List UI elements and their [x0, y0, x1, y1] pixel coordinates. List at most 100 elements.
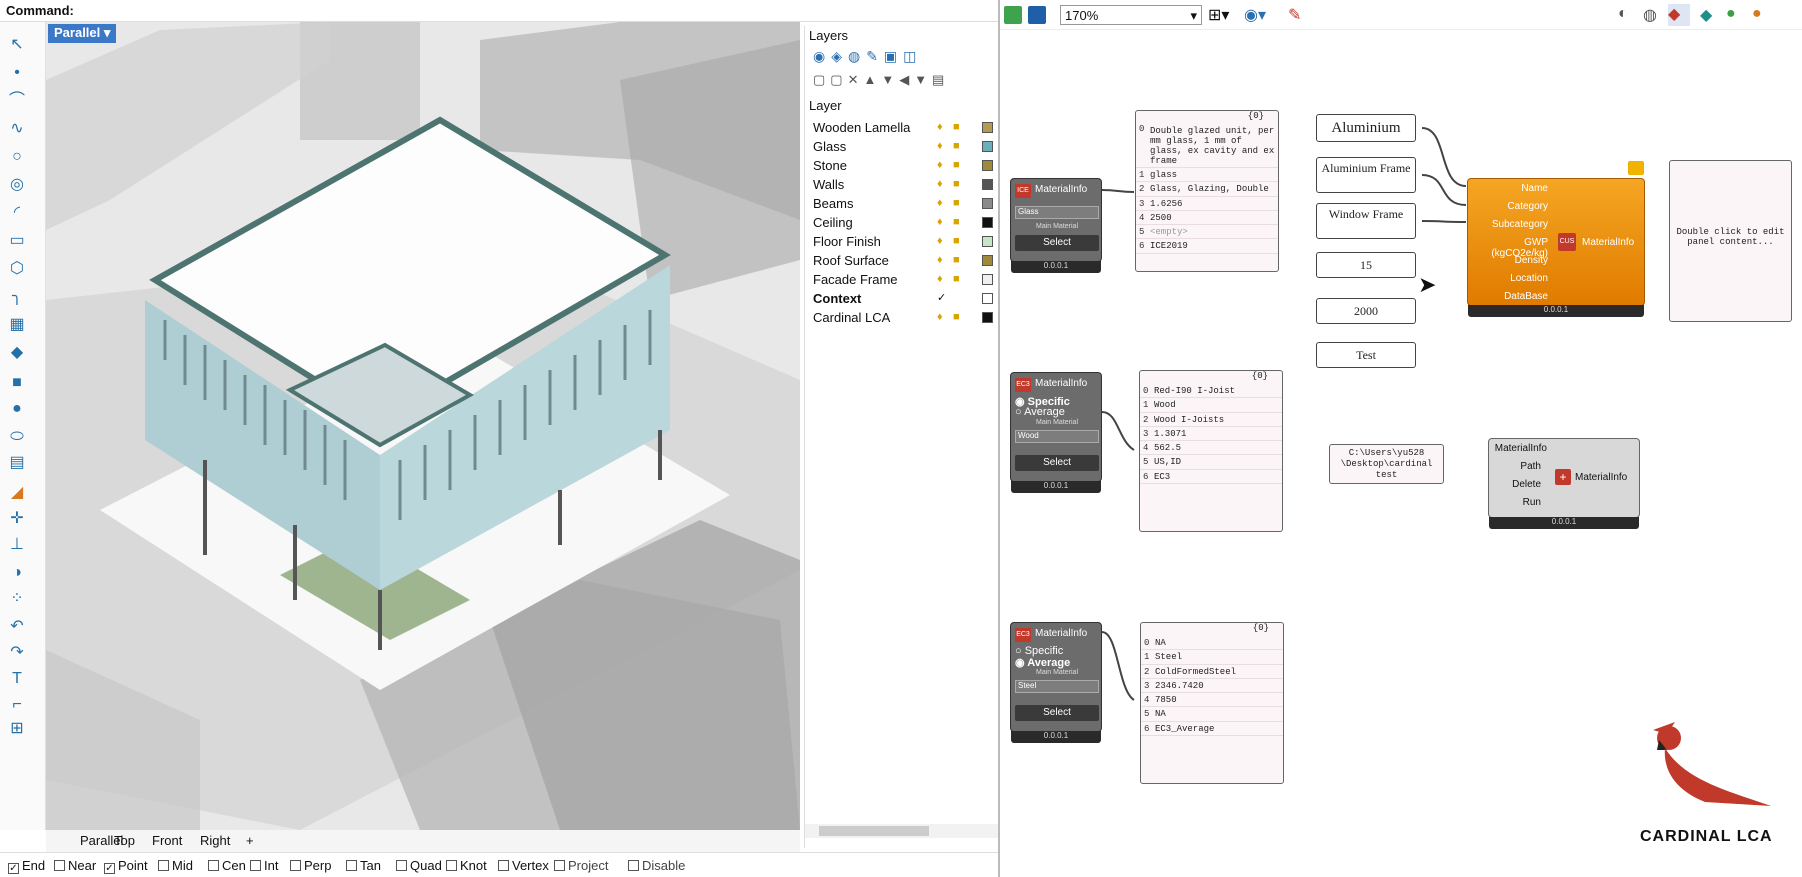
view-tab[interactable]: Top: [114, 833, 135, 848]
checkbox[interactable]: [628, 860, 639, 871]
checkbox[interactable]: [446, 860, 457, 871]
polyline-icon[interactable]: ⌒: [4, 90, 30, 112]
average-radio[interactable]: ○ Average: [1015, 406, 1065, 418]
box-icon[interactable]: ■: [4, 372, 30, 394]
checkbox[interactable]: [396, 860, 407, 871]
material-dropdown[interactable]: Glass: [1015, 206, 1099, 219]
layer-color-swatch[interactable]: [982, 236, 993, 247]
layers-scrollbar[interactable]: [805, 824, 999, 838]
layer-lock-icon[interactable]: ■: [953, 273, 964, 285]
mesh-icon[interactable]: ▤: [4, 452, 30, 474]
osnap-toggle[interactable]: ✓ End: [8, 858, 45, 874]
layers-actions[interactable]: ▢▢✕▲▼◀▼▤: [813, 72, 993, 92]
osnap-toggle[interactable]: Perp: [290, 858, 331, 873]
layer-lock-icon[interactable]: ■: [953, 159, 964, 171]
layer-color-swatch[interactable]: [982, 160, 993, 171]
subcategory-input-box[interactable]: Window Frame: [1316, 203, 1416, 239]
viewport-label[interactable]: Parallel ▾: [48, 24, 117, 43]
point-icon[interactable]: •: [4, 62, 30, 84]
output-panel-3[interactable]: {0} 0 NA 1 Steel 2 ColdFormedSteel 3 2346.7420 4…: [1140, 622, 1284, 784]
checkbox[interactable]: ✓: [8, 863, 19, 874]
layer-visible-bulb-icon[interactable]: ♦: [937, 311, 948, 323]
ellipse-icon[interactable]: ◎: [4, 174, 30, 196]
checkbox[interactable]: [346, 860, 357, 871]
layer-row[interactable]: Cardinal LCA ♦ ■: [813, 308, 999, 327]
cylinder-icon[interactable]: ⬭: [4, 426, 30, 448]
layer-row[interactable]: Walls ♦ ■: [813, 175, 999, 194]
density-input-box[interactable]: 2000: [1316, 298, 1416, 324]
layer-visible-bulb-icon[interactable]: ♦: [937, 178, 948, 190]
checkbox[interactable]: [290, 860, 301, 871]
osnap-toggle[interactable]: Tan: [346, 858, 381, 873]
view-tab[interactable]: Right: [200, 833, 230, 848]
input-param-label[interactable]: Run: [1523, 497, 1541, 508]
select-button[interactable]: Select: [1015, 455, 1099, 471]
array-icon[interactable]: ⁘: [4, 588, 30, 610]
arc-icon[interactable]: ◜: [4, 202, 30, 224]
layer-visible-bulb-icon[interactable]: ♦: [937, 140, 948, 152]
render-icon[interactable]: ↷: [4, 642, 30, 664]
layer-lock-icon[interactable]: ■: [953, 121, 964, 133]
move-icon[interactable]: ✛: [4, 508, 30, 530]
osnap-toggle[interactable]: Int: [250, 858, 278, 873]
layer-visible-bulb-icon[interactable]: ♦: [937, 273, 948, 285]
perspective-viewport[interactable]: [46, 22, 800, 830]
layer-row[interactable]: Context ✓: [813, 289, 999, 308]
input-param-label[interactable]: Location: [1510, 273, 1548, 284]
ice-materialinfo-component[interactable]: ICE MaterialInfo Glass Main Material Sel…: [1010, 178, 1102, 273]
input-param-label[interactable]: Path: [1520, 461, 1541, 472]
polygon-icon[interactable]: ⬡: [4, 258, 30, 280]
layer-row[interactable]: Floor Finish ♦ ■: [813, 232, 999, 251]
osnap-toggle[interactable]: Disable: [628, 858, 685, 873]
sphere-icon[interactable]: ●: [4, 398, 30, 420]
checkbox[interactable]: [498, 860, 509, 871]
input-param-label[interactable]: Subcategory: [1492, 219, 1548, 230]
extrude-icon[interactable]: ◆: [4, 342, 30, 364]
rectangle-icon[interactable]: ▭: [4, 230, 30, 252]
layer-color-swatch[interactable]: [982, 179, 993, 190]
material-dropdown[interactable]: Steel: [1015, 680, 1099, 693]
select-button[interactable]: Select: [1015, 705, 1099, 721]
material-dropdown[interactable]: Wood: [1015, 430, 1099, 443]
input-param-label[interactable]: Delete: [1512, 479, 1541, 490]
layer-visible-bulb-icon[interactable]: ♦: [937, 254, 948, 266]
checkbox[interactable]: [54, 860, 65, 871]
layer-color-swatch[interactable]: [982, 274, 993, 285]
layers-toolbar[interactable]: ◉◈◍✎▣◫: [813, 48, 993, 68]
osnap-toggle[interactable]: ✓ Point: [104, 858, 148, 874]
curve-icon[interactable]: ∿: [4, 118, 30, 140]
checkbox[interactable]: [554, 860, 565, 871]
layer-row[interactable]: Wooden Lamella ♦ ■: [813, 118, 999, 137]
checkbox[interactable]: [158, 860, 169, 871]
layer-color-swatch[interactable]: [982, 141, 993, 152]
osnap-toggle[interactable]: Near: [54, 858, 96, 873]
category-input-box[interactable]: Aluminium Frame: [1316, 157, 1416, 193]
layer-lock-icon[interactable]: ■: [953, 216, 964, 228]
layer-lock-icon[interactable]: ■: [953, 254, 964, 266]
layer-lock-icon[interactable]: ■: [953, 235, 964, 247]
input-param-label[interactable]: Category: [1507, 201, 1548, 212]
layer-visible-bulb-icon[interactable]: ♦: [937, 216, 948, 228]
layer-visible-bulb-icon[interactable]: ♦: [937, 121, 948, 133]
layer-visible-bulb-icon[interactable]: ♦: [937, 159, 948, 171]
grasshopper-icon[interactable]: ⊞: [4, 718, 30, 740]
osnap-toggle[interactable]: Vertex: [498, 858, 549, 873]
snap-icon[interactable]: ⌐: [4, 694, 30, 716]
boolean-icon[interactable]: ◑: [4, 562, 30, 584]
select-button[interactable]: Select: [1015, 235, 1099, 251]
dimension-icon[interactable]: ⊥: [4, 534, 30, 556]
layer-row[interactable]: Roof Surface ♦ ■: [813, 251, 999, 270]
circle-icon[interactable]: ○: [4, 146, 30, 168]
location-input-box[interactable]: Test: [1316, 342, 1416, 368]
empty-edit-panel[interactable]: Double click to edit panel content...: [1669, 160, 1792, 322]
transform-icon[interactable]: ◢: [4, 482, 30, 504]
add-view-tab-icon[interactable]: +: [246, 833, 254, 848]
name-input-box[interactable]: Aluminium: [1316, 114, 1416, 142]
layer-color-swatch[interactable]: [982, 293, 993, 304]
checkbox[interactable]: [250, 860, 261, 871]
layer-row[interactable]: Ceiling ♦ ■: [813, 213, 999, 232]
layer-visible-bulb-icon[interactable]: ♦: [937, 197, 948, 209]
layer-color-swatch[interactable]: [982, 198, 993, 209]
checkbox[interactable]: [208, 860, 219, 871]
path-panel[interactable]: C:\Users\yu528 \Desktop\cardinal test: [1329, 444, 1444, 484]
